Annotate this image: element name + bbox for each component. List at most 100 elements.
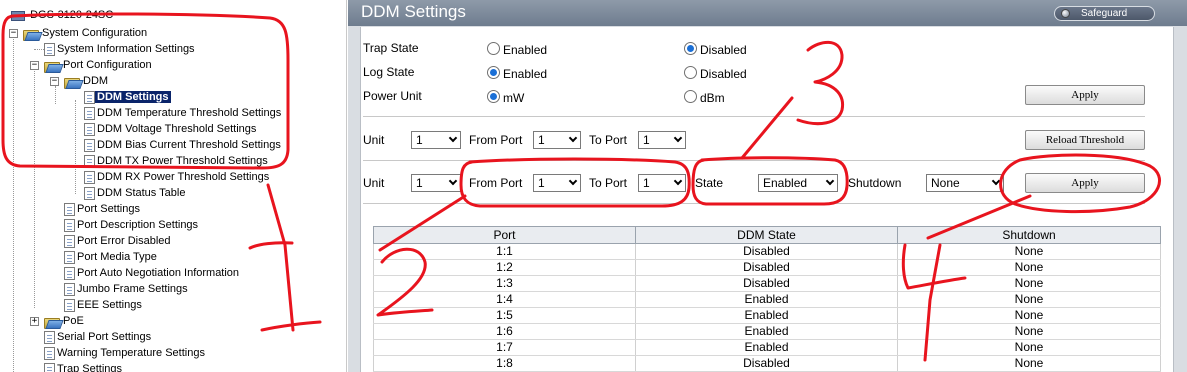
trap-state-label: Trap State (363, 41, 419, 55)
page-icon (64, 218, 75, 232)
tree-item-ddm-bias-current-threshold[interactable]: DDM Bias Current Threshold Settings (84, 137, 283, 153)
state-apply-button[interactable]: Apply (1025, 173, 1145, 193)
table-row: 1:1 Disabled None (373, 243, 1161, 260)
ddm-state-cell: Enabled (635, 339, 898, 356)
tree-item-eee-settings[interactable]: EEE Settings (64, 297, 144, 313)
tree-root[interactable]: DGS-3120-24SC (9, 7, 115, 23)
ddm-state-cell: Enabled (635, 307, 898, 324)
threshold-unit-select[interactable]: 1 (411, 131, 461, 149)
log-state-label: Log State (363, 65, 415, 79)
navigation-tree: DGS-3120-24SC − System Configuration Sys… (0, 0, 347, 372)
page-icon (84, 186, 95, 200)
collapse-icon[interactable]: − (50, 77, 59, 86)
collapse-icon[interactable]: − (9, 29, 18, 38)
page-icon (44, 330, 55, 344)
shutdown-cell: None (897, 355, 1161, 372)
state-from-port-select[interactable]: 1 (533, 174, 581, 192)
tree-item-ddm-voltage-threshold[interactable]: DDM Voltage Threshold Settings (84, 121, 258, 137)
ddm-state-cell: Disabled (635, 275, 898, 292)
device-icon (9, 9, 25, 22)
shutdown-select[interactable]: None (926, 174, 1004, 192)
chevron-down-icon (673, 176, 683, 186)
tree-item-port-error-disabled[interactable]: Port Error Disabled (64, 233, 173, 249)
tree-item-jumbo-frame-settings[interactable]: Jumbo Frame Settings (64, 281, 190, 297)
port-cell: 1:2 (373, 259, 636, 276)
chevron-down-icon (825, 176, 835, 186)
state-unit-select[interactable]: 1 (411, 174, 461, 192)
tree-item-ddm-settings[interactable]: DDM Settings (84, 89, 171, 105)
tree-item-ddm-temperature-threshold[interactable]: DDM Temperature Threshold Settings (84, 105, 283, 121)
page-icon (64, 298, 75, 312)
tree-item-port-settings[interactable]: Port Settings (64, 201, 142, 217)
tree-item-port-configuration[interactable]: Port Configuration (43, 57, 154, 73)
safeguard-label: Safeguard (1081, 8, 1128, 19)
ddm-state-select[interactable]: Enabled (758, 174, 838, 192)
trap-state-disabled-radio[interactable] (684, 42, 697, 55)
state-label: State (695, 176, 724, 190)
tree-item-port-description-settings[interactable]: Port Description Settings (64, 217, 200, 233)
tree-item-poe[interactable]: PoE (43, 313, 86, 329)
chevron-down-icon (448, 133, 458, 143)
tree-item-trap-settings[interactable]: Trap Settings (44, 361, 124, 372)
page-icon (64, 282, 75, 296)
tree-item-serial-port-settings[interactable]: Serial Port Settings (44, 329, 153, 345)
expand-icon[interactable]: + (30, 317, 39, 326)
state-unit-label: Unit (363, 176, 385, 190)
power-unit-mw-radio[interactable] (487, 90, 500, 103)
ddm-state-cell: Disabled (635, 355, 898, 372)
folder-icon (43, 315, 61, 329)
table-row: 1:5 Enabled None (373, 307, 1161, 324)
tree-item-ddm-status-table[interactable]: DDM Status Table (84, 185, 187, 201)
table-row: 1:6 Enabled None (373, 323, 1161, 340)
port-cell: 1:4 (373, 291, 636, 308)
safeguard-indicator[interactable]: Safeguard (1054, 6, 1155, 21)
port-cell: 1:7 (373, 339, 636, 356)
power-unit-dbm-radio[interactable] (684, 90, 697, 103)
page-icon (84, 122, 95, 136)
reload-threshold-button[interactable]: Reload Threshold (1025, 130, 1145, 150)
tree-item-warning-temperature-settings[interactable]: Warning Temperature Settings (44, 345, 207, 361)
ddm-state-cell: Enabled (635, 323, 898, 340)
log-disabled-label: Disabled (700, 67, 747, 81)
shutdown-label: Shutdown (848, 176, 902, 190)
global-apply-button[interactable]: Apply (1025, 85, 1145, 105)
folder-open-icon (43, 59, 61, 73)
log-state-enabled-radio[interactable] (487, 66, 500, 79)
log-state-disabled-radio[interactable] (684, 66, 697, 79)
table-row: 1:8 Disabled None (373, 355, 1161, 372)
ddm-state-cell: Disabled (635, 243, 898, 260)
chevron-down-icon (991, 176, 1001, 186)
threshold-from-port-select[interactable]: 1 (533, 131, 581, 149)
shutdown-cell: None (897, 291, 1161, 308)
ddm-state-column-header: DDM State (635, 226, 898, 244)
tree-item-ddm-rx-power-threshold[interactable]: DDM RX Power Threshold Settings (84, 169, 271, 185)
table-row: 1:7 Enabled None (373, 339, 1161, 356)
page-title: DDM Settings (361, 2, 466, 21)
title-bar: DDM Settings Safeguard (348, 0, 1187, 26)
mw-label: mW (503, 91, 525, 105)
tree-item-port-media-type[interactable]: Port Media Type (64, 249, 159, 265)
shutdown-column-header: Shutdown (897, 226, 1161, 244)
collapse-icon[interactable]: − (30, 61, 39, 70)
state-from-port-label: From Port (469, 176, 523, 190)
table-row: 1:4 Enabled None (373, 291, 1161, 308)
threshold-to-port-select[interactable]: 1 (638, 131, 686, 149)
port-cell: 1:5 (373, 307, 636, 324)
dbm-label: dBm (700, 91, 725, 105)
trap-enabled-label: Enabled (503, 43, 548, 57)
threshold-from-port-label: From Port (469, 133, 523, 147)
tree-item-ddm[interactable]: DDM (63, 73, 110, 89)
tree-item-system-information-settings[interactable]: System Information Settings (44, 41, 197, 57)
tree-item-system-configuration[interactable]: System Configuration (22, 25, 149, 41)
tree-item-ddm-tx-power-threshold[interactable]: DDM TX Power Threshold Settings (84, 153, 270, 169)
tree-item-port-auto-negotiation[interactable]: Port Auto Negotiation Information (64, 265, 241, 281)
page-icon (84, 90, 95, 104)
trap-state-enabled-radio[interactable] (487, 42, 500, 55)
threshold-to-port-label: To Port (589, 133, 628, 147)
port-cell: 1:6 (373, 323, 636, 340)
page-icon (64, 202, 75, 216)
state-to-port-select[interactable]: 1 (638, 174, 686, 192)
port-column-header: Port (373, 226, 636, 244)
page-icon (84, 138, 95, 152)
threshold-unit-label: Unit (363, 133, 385, 147)
